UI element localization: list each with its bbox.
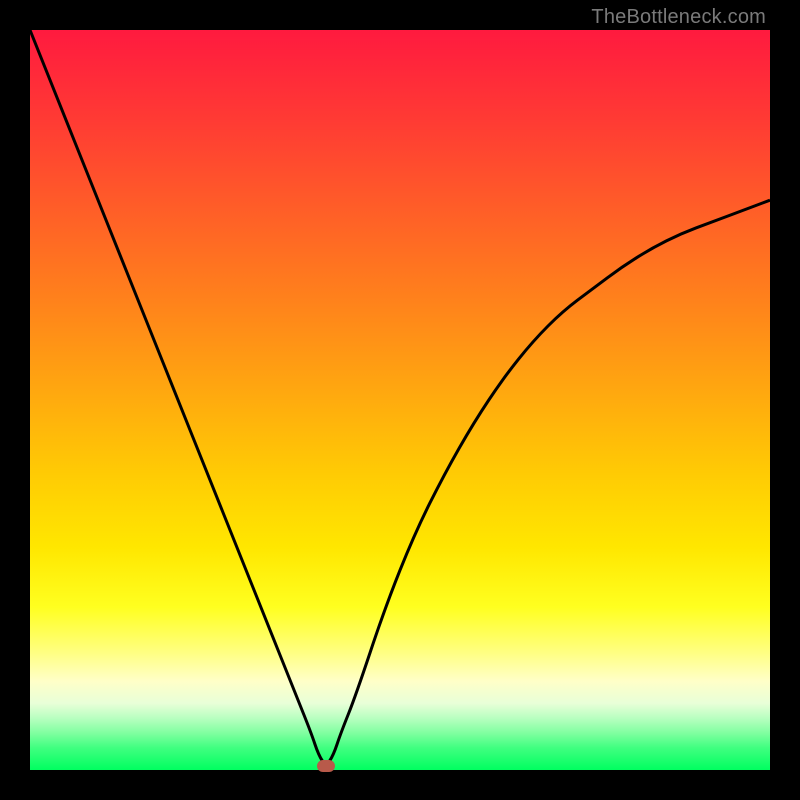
optimum-marker [317,760,335,772]
curve-svg [30,30,770,770]
bottleneck-curve [30,30,770,764]
chart-frame: TheBottleneck.com [0,0,800,800]
watermark-text: TheBottleneck.com [591,6,766,29]
plot-area [30,30,770,770]
